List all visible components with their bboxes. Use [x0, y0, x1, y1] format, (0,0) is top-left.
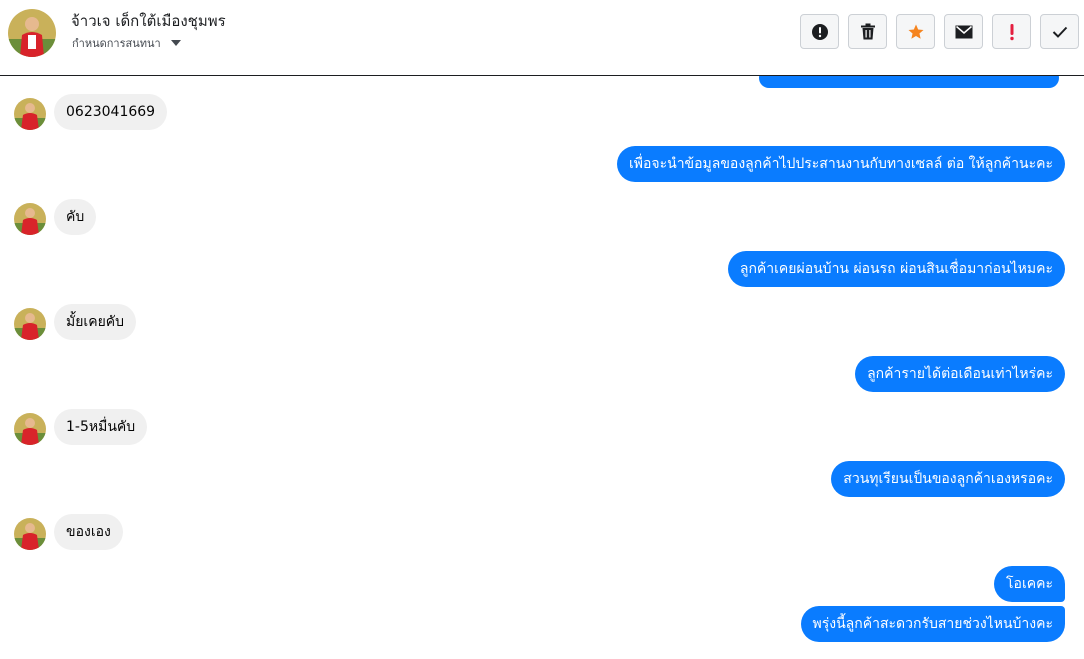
checkmark-icon: [1052, 26, 1067, 38]
message-bubble-partial: [759, 76, 1059, 88]
message-outgoing[interactable]: พรุ่งนี้ลูกค้าสะดวกรับสายช่วงไหนบ้างคะ: [800, 606, 1065, 642]
delete-button[interactable]: [848, 14, 887, 49]
exclamation-icon: [1009, 23, 1014, 40]
exclamation-circle-icon: [811, 23, 828, 40]
sender-avatar: [14, 98, 46, 130]
conversation-header: จ้าวเจ เด็กใต้เมืองชุมพร กำหนดการสนทนา: [0, 0, 1084, 76]
message-outgoing[interactable]: ลูกค้ารายได้ต่อเดือนเท่าไหร่คะ: [855, 356, 1065, 392]
assign-conversation-dropdown[interactable]: กำหนดการสนทนา: [72, 34, 181, 52]
sender-avatar: [14, 413, 46, 445]
message-outgoing[interactable]: ลูกค้าเคยผ่อนบ้าน ผ่อนรถ ผ่อนสินเชื่อมาก…: [727, 251, 1065, 287]
contact-avatar[interactable]: [8, 9, 56, 57]
sender-avatar: [14, 518, 46, 550]
sender-avatar: [14, 203, 46, 235]
message-outgoing[interactable]: โอเคคะ: [994, 566, 1065, 602]
mark-unread-button[interactable]: [944, 14, 983, 49]
message-outgoing[interactable]: เพื่อจะนำข้อมูลของลูกค้าไปประสานงานกับทา…: [616, 146, 1065, 182]
sender-avatar: [14, 308, 46, 340]
star-button[interactable]: [896, 14, 935, 49]
message-outgoing[interactable]: สวนทุเรียนเป็นของลูกค้าเองหรอคะ: [831, 461, 1065, 497]
caret-down-icon: [170, 40, 181, 46]
star-icon: [908, 24, 923, 39]
mark-spam-button[interactable]: [800, 14, 839, 49]
message-incoming[interactable]: 1-5หมื่นคับ: [54, 409, 148, 445]
follow-up-button[interactable]: [992, 14, 1031, 49]
message-incoming[interactable]: มั้ยเคยคับ: [54, 304, 137, 340]
assign-label: กำหนดการสนทนา: [72, 37, 161, 50]
trash-icon: [860, 23, 875, 40]
contact-name: จ้าวเจ เด็กใต้เมืองชุมพร: [71, 12, 226, 30]
mark-done-button[interactable]: [1040, 14, 1079, 49]
message-incoming[interactable]: ของเอง: [54, 514, 123, 550]
envelope-icon: [955, 25, 972, 38]
message-incoming[interactable]: คับ: [54, 199, 97, 235]
message-incoming[interactable]: 0623041669: [54, 94, 168, 130]
message-thread[interactable]: 0623041669 เพื่อจะนำข้อมูลของลูกค้าไปประ…: [0, 76, 1084, 659]
